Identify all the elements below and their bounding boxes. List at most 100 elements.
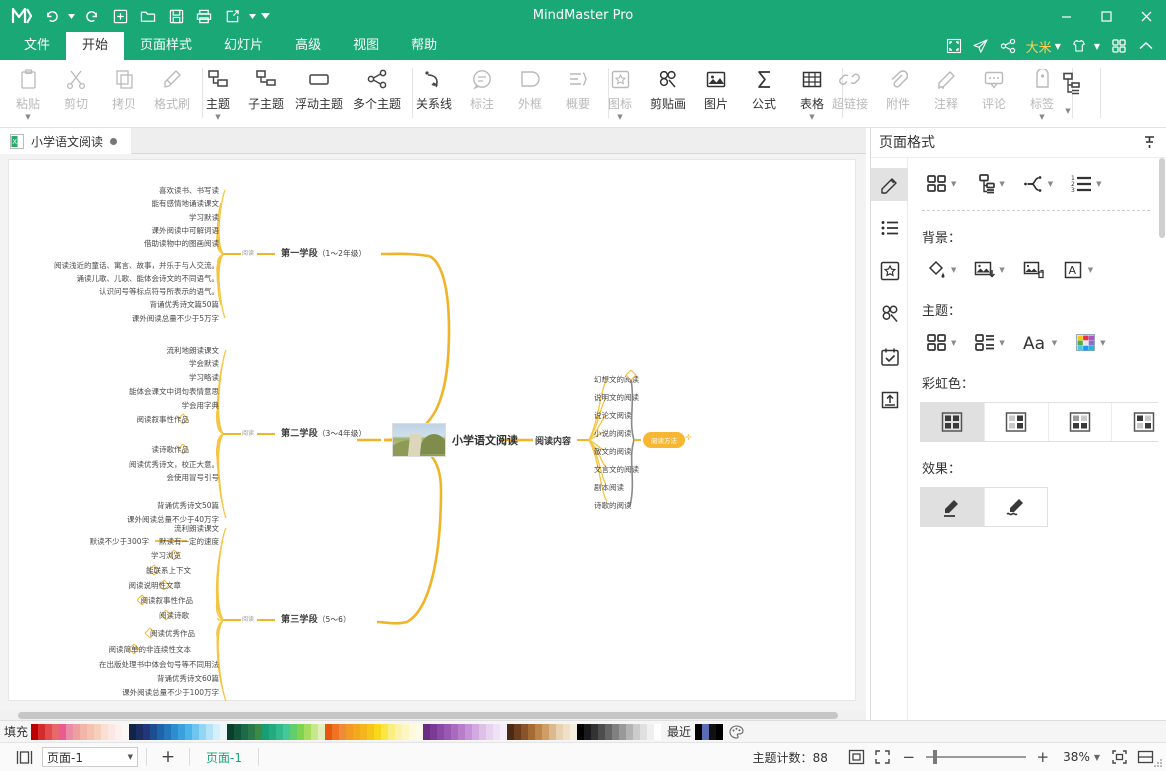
more-icon[interactable] [260, 4, 271, 28]
leaf-node[interactable]: 小说的阅读 [594, 429, 632, 439]
fit-page-icon[interactable] [870, 746, 896, 768]
color-swatch[interactable] [388, 723, 396, 740]
zoom-out-button[interactable]: − [896, 746, 922, 768]
color-swatch[interactable] [577, 723, 585, 740]
color-swatch[interactable] [304, 723, 312, 740]
color-swatch[interactable] [507, 723, 515, 740]
undo-dropdown-icon[interactable] [66, 4, 77, 28]
leaf-node[interactable]: 流利朗读课文 [49, 524, 219, 534]
color-swatch[interactable] [178, 723, 186, 740]
color-swatch[interactable] [269, 723, 277, 740]
menu-view[interactable]: 视图 [337, 32, 395, 60]
scroll-thumb[interactable] [18, 712, 838, 719]
leaf-node[interactable]: 读诗歌作品 [69, 445, 190, 455]
color-swatch[interactable] [619, 723, 627, 740]
share-icon[interactable] [996, 34, 1020, 58]
color-swatch[interactable] [444, 723, 452, 740]
summary-button[interactable]: 概要 [554, 60, 602, 126]
rainbow-option-4[interactable] [1112, 403, 1158, 441]
leaf-node[interactable]: 会使用冒号引号 [49, 473, 220, 483]
mindmap-sheet[interactable]: 小学语文阅读 阅读 第一学段（1～2年级） 喜欢读书、书写读 能有感情地诵读课文… [8, 159, 856, 702]
mindmap-center-node[interactable]: 小学语文阅读 [392, 423, 518, 457]
open-icon[interactable] [135, 4, 161, 28]
leaf-node[interactable]: 在出版处理书中体会句号等不同用法 [0, 660, 219, 670]
cut-button[interactable]: 剪切 [52, 60, 100, 126]
theme-color-button[interactable]: ▼ [1069, 329, 1107, 357]
color-swatch[interactable] [325, 723, 333, 740]
color-swatch[interactable] [80, 723, 88, 740]
theme-layout-button[interactable]: ▼ [920, 329, 958, 357]
color-swatch[interactable] [367, 723, 375, 740]
color-swatch[interactable] [353, 723, 361, 740]
save-icon[interactable] [163, 4, 189, 28]
color-swatch[interactable] [556, 723, 564, 740]
leaf-node[interactable]: 阅读说明性文章 [59, 581, 182, 591]
color-swatch[interactable] [591, 723, 599, 740]
add-page-button[interactable]: + [155, 746, 181, 768]
color-swatch[interactable] [150, 723, 158, 740]
rail-export[interactable] [871, 383, 908, 416]
format-painter-button[interactable]: 格式刷 [148, 60, 196, 126]
color-swatch[interactable] [570, 723, 578, 740]
reading-method-pill[interactable]: 阅读方法 [643, 432, 685, 448]
leaf-node[interactable]: 能联系上下文 [59, 566, 191, 576]
floating-topic-button[interactable]: 浮动主题 [290, 60, 348, 126]
multi-topic-button[interactable]: 多个主题 [348, 60, 406, 126]
canvas-horizontal-scrollbar[interactable] [0, 710, 866, 720]
leaf-node[interactable]: 能体会课文中词句表情意思 [19, 387, 219, 397]
color-swatch[interactable] [45, 723, 53, 740]
color-swatch[interactable] [521, 723, 529, 740]
color-swatch[interactable] [206, 723, 214, 740]
leaf-node[interactable]: 剧本阅读 [594, 483, 624, 493]
leaf-node[interactable]: 阅读浅近的童话、寓言、故事，并乐于与人交流。 [0, 261, 219, 271]
note-button[interactable]: 注释 [922, 60, 970, 126]
layout-button[interactable]: ▼ [920, 170, 958, 198]
color-swatch[interactable] [255, 723, 263, 740]
send-icon[interactable] [969, 34, 993, 58]
color-swatch[interactable] [199, 723, 207, 740]
resize-grip[interactable] [1154, 759, 1164, 769]
paste-button[interactable]: 粘贴 ▼ [4, 60, 52, 126]
fill-color-button[interactable]: ▼ [920, 256, 958, 284]
menu-page-style[interactable]: 页面样式 [124, 32, 208, 60]
color-swatch[interactable] [549, 723, 557, 740]
relationship-line-button[interactable]: 关系线 [410, 60, 458, 126]
leaf-node[interactable]: 学习略读 [69, 373, 219, 383]
marker-button[interactable]: 图标 ▼ [596, 60, 644, 126]
leaf-node[interactable]: 借助读物中的图画阅读 [29, 239, 219, 249]
leaf-node[interactable]: 课外阅读总量不少于5万字 [29, 314, 219, 324]
color-swatch[interactable] [647, 723, 655, 740]
color-swatch[interactable] [395, 723, 403, 740]
color-swatch[interactable] [297, 723, 305, 740]
chevron-down-icon[interactable]: ▼ [809, 114, 814, 121]
color-swatch[interactable] [612, 723, 620, 740]
chevron-down-icon[interactable]: ▼ [1065, 108, 1070, 115]
user-account-button[interactable]: 大米 ▼ [1023, 37, 1064, 56]
fit-selection-icon[interactable] [844, 746, 870, 768]
color-swatch[interactable] [416, 723, 424, 740]
redo-icon[interactable] [79, 4, 105, 28]
leaf-node[interactable]: 课外阅读中可解词语 [39, 226, 220, 236]
leaf-node[interactable]: 学会用字典 [69, 401, 220, 411]
boundary-button[interactable]: 外框 [506, 60, 554, 126]
theme-icon[interactable] [1067, 34, 1091, 58]
color-swatch[interactable] [360, 723, 368, 740]
color-swatch[interactable] [115, 723, 123, 740]
leaf-node[interactable]: 学会默读 [69, 359, 219, 369]
color-swatch[interactable] [423, 723, 431, 740]
color-swatch[interactable] [248, 723, 256, 740]
leaf-node[interactable]: 认识问号等标点符号所表示的语气。 [0, 287, 219, 297]
color-swatch[interactable] [157, 723, 165, 740]
rail-task[interactable] [871, 340, 908, 373]
color-swatch[interactable] [381, 723, 389, 740]
document-tab[interactable]: X 小学语文阅读 [0, 128, 132, 154]
leaf-node[interactable]: 能有感情地诵读课文 [49, 199, 220, 209]
leaf-node[interactable]: 阅读优秀诗文，校正大意。 [19, 460, 219, 470]
color-swatch[interactable] [346, 723, 354, 740]
menu-home[interactable]: 开始 [66, 32, 125, 60]
color-swatch[interactable] [402, 723, 410, 740]
recent-color-swatch[interactable] [709, 723, 717, 740]
delete-background-image-button[interactable] [1017, 256, 1047, 284]
marker-icon[interactable] [626, 370, 634, 378]
color-swatch[interactable] [598, 723, 606, 740]
